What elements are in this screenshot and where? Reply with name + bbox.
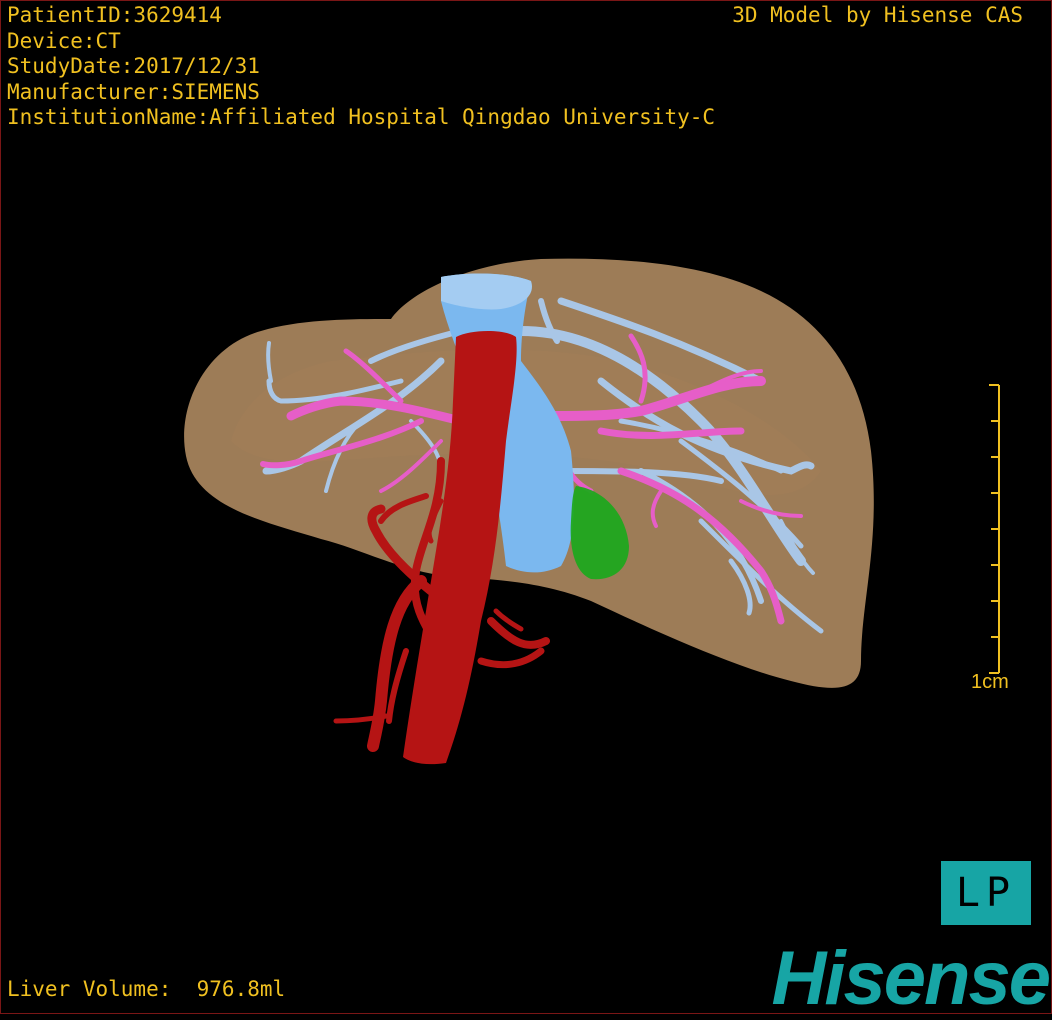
- scale-bar-label: 1cm: [971, 671, 1009, 693]
- orientation-marker[interactable]: LP: [941, 861, 1031, 925]
- study-info-panel: PatientID:3629414 Device:CT StudyDate:20…: [7, 3, 715, 131]
- render-viewport[interactable]: PatientID:3629414 Device:CT StudyDate:20…: [0, 0, 1052, 1014]
- manufacturer-text: Manufacturer:SIEMENS: [7, 79, 260, 104]
- hisense-logo: Hisense: [771, 936, 1051, 1014]
- patient-id-text: PatientID:3629414: [7, 3, 222, 27]
- scale-bar: [989, 384, 1000, 674]
- study-date-text: StudyDate:2017/12/31: [7, 54, 260, 78]
- institution-text: InstitutionName:Affiliated Hospital Qing…: [7, 105, 716, 129]
- liver-3d-model[interactable]: [1, 1, 1051, 1013]
- liver-volume-text: Liver Volume: 976.8ml: [7, 977, 286, 1001]
- model-credit-text: 3D Model by Hisense CAS: [732, 3, 1023, 27]
- device-text: Device:CT: [7, 28, 121, 53]
